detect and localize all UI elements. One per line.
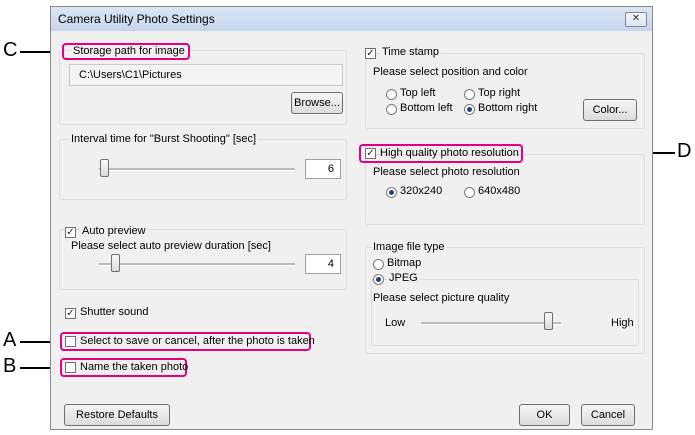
resolution-320x240-radio[interactable] (386, 187, 397, 198)
jpeg-quality-group (371, 279, 639, 346)
time-stamp-bottom-right-label: Bottom right (478, 102, 538, 114)
callout-a: A (3, 329, 17, 351)
cancel-button[interactable]: Cancel (581, 404, 635, 426)
select-to-save-checkbox[interactable] (65, 336, 76, 347)
file-type-bitmap-radio[interactable] (373, 259, 384, 270)
time-stamp-top-right-radio[interactable] (464, 89, 475, 100)
callout-c: C (3, 39, 18, 61)
file-type-jpeg-label: JPEG (387, 272, 420, 284)
interval-slider-track (99, 168, 295, 171)
time-stamp-top-right-label: Top right (478, 87, 521, 99)
auto-preview-slider-track (99, 263, 295, 266)
auto-preview-slider-thumb[interactable] (111, 254, 120, 272)
time-stamp-label: Time stamp (380, 46, 442, 58)
high-quality-label: High quality photo resolution (380, 147, 519, 159)
time-stamp-bottom-right-radio[interactable] (464, 104, 475, 115)
callout-d: D (677, 140, 692, 162)
window-title: Camera Utility Photo Settings (58, 12, 215, 26)
high-quality-resolution-label: Please select photo resolution (373, 166, 520, 178)
auto-preview-checkbox[interactable]: ✓ (65, 227, 76, 238)
browse-button[interactable]: Browse... (291, 92, 343, 114)
color-button[interactable]: Color... (583, 99, 637, 121)
interval-value-field[interactable]: 6 (305, 159, 341, 179)
quality-high-label: High (611, 317, 634, 329)
picture-quality-label: Please select picture quality (373, 292, 510, 304)
interval-slider-thumb[interactable] (100, 159, 109, 177)
close-icon: ✕ (631, 13, 641, 24)
close-button[interactable]: ✕ (625, 12, 647, 27)
time-stamp-bottom-left-label: Bottom left (400, 102, 453, 114)
file-type-bitmap-label: Bitmap (387, 257, 422, 269)
storage-path-field[interactable]: C:\Users\C1\Pictures (69, 64, 343, 86)
time-stamp-top-left-radio[interactable] (386, 89, 397, 100)
resolution-640x480-label: 640x480 (478, 185, 521, 197)
resolution-320x240-label: 320x240 (400, 185, 443, 197)
callout-b: B (3, 355, 17, 377)
time-stamp-checkbox[interactable]: ✓ (365, 48, 376, 59)
quality-slider-thumb[interactable] (544, 312, 553, 330)
file-type-jpeg-radio[interactable] (373, 274, 384, 285)
interval-label: Interval time for "Burst Shooting" [sec] (69, 133, 259, 145)
select-to-save-label: Select to save or cancel, after the phot… (80, 335, 315, 347)
time-stamp-position-label: Please select position and color (373, 66, 528, 78)
shutter-sound-checkbox[interactable]: ✓ (65, 308, 76, 319)
auto-preview-label: Auto preview (80, 225, 148, 237)
restore-defaults-button[interactable]: Restore Defaults (64, 404, 170, 426)
high-quality-checkbox[interactable]: ✓ (365, 148, 376, 159)
settings-dialog: Camera Utility Photo Settings ✕ Storage … (50, 6, 653, 430)
file-type-label: Image file type (371, 241, 447, 253)
storage-path-value: C:\Users\C1\Pictures (79, 69, 182, 81)
auto-preview-group (59, 229, 347, 290)
name-photo-checkbox[interactable] (65, 362, 76, 373)
time-stamp-top-left-label: Top left (400, 87, 436, 99)
time-stamp-bottom-left-radio[interactable] (386, 104, 397, 115)
quality-slider-track (421, 322, 561, 325)
name-photo-label: Name the taken photo (80, 361, 189, 373)
ok-button[interactable]: OK (519, 404, 570, 426)
shutter-sound-label: Shutter sound (80, 306, 149, 318)
auto-preview-value-field[interactable]: 4 (305, 254, 341, 274)
title-bar: Camera Utility Photo Settings ✕ (51, 7, 652, 31)
storage-path-highlight (62, 43, 190, 60)
resolution-640x480-radio[interactable] (464, 187, 475, 198)
quality-low-label: Low (385, 317, 406, 329)
auto-preview-duration-label: Please select auto preview duration [sec… (71, 240, 271, 252)
